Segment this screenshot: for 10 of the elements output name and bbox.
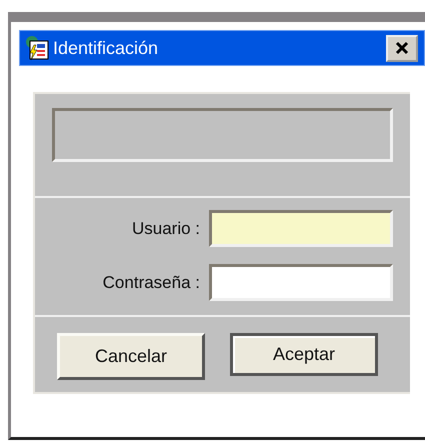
field-label: Usuario :: [132, 218, 200, 238]
input-field[interactable]: [209, 264, 393, 301]
app-icon: [24, 35, 50, 61]
close-button[interactable]: [386, 34, 418, 62]
field-label: Contraseña :: [102, 272, 200, 292]
dialog-button[interactable]: Cancelar: [57, 333, 205, 380]
close-icon: [395, 41, 409, 55]
window-title: Identificación: [53, 38, 160, 58]
dialog-button[interactable]: Aceptar: [230, 333, 378, 376]
input-field[interactable]: [209, 210, 393, 247]
